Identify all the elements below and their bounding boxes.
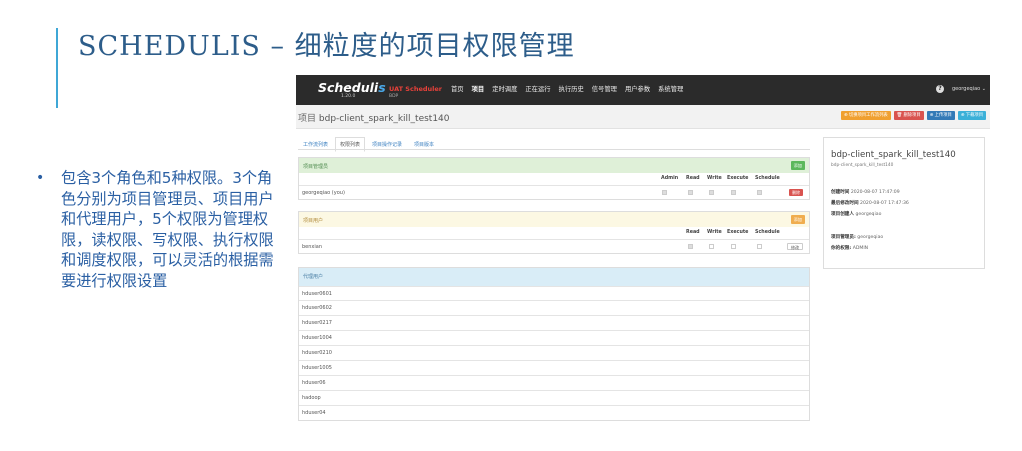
admin-user-name: georgeqiao (you) [302, 190, 345, 196]
env-label: UAT Scheduler [389, 85, 442, 93]
app-screenshot: Schedulis 1.20.0 UAT Scheduler BDP 首页 项目… [296, 75, 990, 430]
info-project-name: bdp-client_spark_kill_test140 [831, 150, 956, 160]
help-icon[interactable]: ? [936, 85, 944, 93]
top-navbar: Schedulis 1.20.0 UAT Scheduler BDP 首页 项目… [296, 75, 990, 105]
project-actions: ⊕ 切换项目工作流列表 🗑 删除项目 ⊕ 上传项目 ⊕ 下载项目 [841, 111, 986, 120]
delete-project-button[interactable]: 🗑 删除项目 [893, 111, 924, 120]
app-logo[interactable]: Schedulis [318, 80, 386, 95]
schedule-checkbox[interactable] [757, 244, 762, 249]
switch-flow-list-button[interactable]: ⊕ 切换项目工作流列表 [841, 111, 891, 120]
execute-checkbox[interactable] [731, 244, 736, 249]
project-header: 项目 bdp-client_spark_kill_test140 ⊕ 切换项目工… [296, 105, 990, 129]
info-modified: 最后修改时间 2020-08-07 17:47:36 [831, 201, 909, 206]
info-permission: 你的权限: ADMIN [831, 246, 869, 251]
write-checkbox[interactable] [709, 244, 714, 249]
table-row: hduser0601 [299, 286, 809, 300]
user-menu[interactable]: georgeqiao ⌄ [952, 86, 986, 92]
table-row: hduser04 [299, 405, 809, 420]
add-admin-button[interactable]: 添加 [790, 161, 805, 170]
main-menu: 首页 项目 定时调度 正在运行 执行历史 信号管理 用户参数 系统管理 [451, 84, 683, 93]
admin-panel-header: 项目管理员 添加 [299, 158, 809, 173]
table-row: hduser06 [299, 375, 809, 390]
schedule-checkbox[interactable] [757, 190, 762, 195]
menu-item-system[interactable]: 系统管理 [658, 84, 683, 93]
tab-divider [298, 149, 810, 150]
menu-item-running[interactable]: 正在运行 [525, 84, 550, 93]
info-created: 创建时间 2020-08-07 17:47:09 [831, 190, 900, 195]
page-title: 项目 bdp-client_spark_kill_test140 [298, 114, 450, 124]
download-project-button[interactable]: ⊕ 下载项目 [957, 111, 986, 120]
table-row: hduser1004 [299, 330, 809, 345]
bullet-point: • 包含3个角色和5种权限。3个角色分别为项目管理员、项目用户和代理用户，5个权… [36, 168, 282, 291]
project-info-card: bdp-client_spark_kill_test140 bdp-client… [823, 137, 985, 269]
user-panel-header: 项目用户 添加 [299, 212, 809, 227]
write-checkbox[interactable] [709, 190, 714, 195]
execute-checkbox[interactable] [731, 190, 736, 195]
bullet-marker: • [36, 170, 45, 186]
admin-column-headers: Admin Read Write Execute Schedule [661, 176, 780, 181]
add-user-button[interactable]: 添加 [790, 215, 805, 224]
upload-project-button[interactable]: ⊕ 上传项目 [926, 111, 955, 120]
menu-item-history[interactable]: 执行历史 [559, 84, 584, 93]
edit-user-button[interactable]: 修改 [787, 243, 803, 250]
delete-user-button[interactable]: 删除 [789, 189, 803, 196]
admin-checkbox[interactable] [662, 190, 667, 195]
table-row: hduser0217 [299, 315, 809, 330]
menu-item-signal[interactable]: 信号管理 [592, 84, 617, 93]
table-row: georgeqiao (you) 删除 [299, 185, 809, 199]
project-user-name: benxian [302, 244, 322, 250]
read-checkbox[interactable] [688, 190, 693, 195]
table-row: hduser1005 [299, 360, 809, 375]
table-row: hduser0602 [299, 300, 809, 315]
menu-item-project[interactable]: 项目 [472, 84, 485, 93]
menu-item-home[interactable]: 首页 [451, 84, 464, 93]
bullet-text: 包含3个角色和5种权限。3个角色分别为项目管理员、项目用户和代理用户，5个权限为… [61, 169, 274, 290]
menu-item-user-params[interactable]: 用户参数 [625, 84, 650, 93]
menu-item-schedule[interactable]: 定时调度 [492, 84, 517, 93]
proxy-panel: 代理用户 hduser0601 hduser0602 hduser0217 hd… [298, 267, 810, 421]
admin-panel: 项目管理员 添加 Admin Read Write Execute Schedu… [298, 157, 810, 200]
proxy-panel-header: 代理用户 [299, 268, 809, 286]
env-sub-label: BDP [389, 94, 399, 99]
accent-bar [56, 28, 58, 108]
read-checkbox[interactable] [688, 244, 693, 249]
info-admin: 项目管理员: georgeqiao [831, 235, 884, 240]
app-version: 1.20.0 [341, 94, 356, 99]
table-row: benxian 修改 [299, 239, 809, 253]
slide-title: SCHEDULIS – 细粒度的项目权限管理 [78, 31, 575, 62]
user-panel: 项目用户 添加 Read Write Execute Schedule benx… [298, 211, 810, 254]
user-column-headers: Read Write Execute Schedule [686, 230, 780, 235]
table-row: hduser0210 [299, 345, 809, 360]
table-row: hadoop [299, 390, 809, 405]
